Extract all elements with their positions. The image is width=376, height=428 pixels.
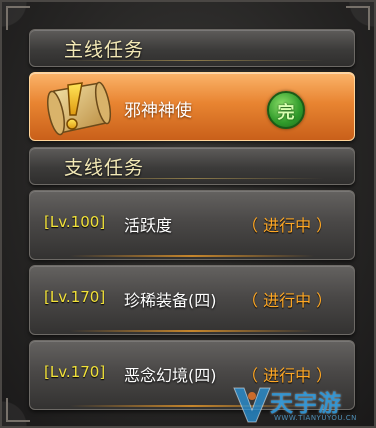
quest-name: 恶念幻境(四) [124,366,217,385]
watermark-logo-icon [233,387,271,423]
quest-level: [Lv.170] [44,288,106,306]
site-watermark: 天宇游 WWW.TIANYUYOU.CN [230,380,376,428]
corner-ornament [6,6,30,30]
corner-ornament [346,6,370,30]
watermark-brand: 天宇游 [270,391,342,417]
header-divider [60,60,324,61]
quest-name: 珍稀装备(四) [124,291,217,310]
header-divider [60,178,324,179]
side-quest-header-label: 支线任务 [64,157,145,179]
side-quest-item[interactable]: [Lv.100] 活跃度 （ 进行中 ） [29,190,355,260]
corner-ornament [6,398,30,422]
scroll-exclamation-icon [47,81,112,136]
side-quest-item[interactable]: [Lv.170] 珍稀装备(四) （ 进行中 ） [29,265,355,335]
completed-badge-glyph: 完 [277,103,295,123]
main-quest-header[interactable]: 主线任务 [29,29,355,67]
main-quest-name: 邪神神使 [124,101,192,121]
quest-status: （ 进行中 ） [242,291,333,310]
watermark-url: WWW.TIANYUYOU.CN [274,414,357,422]
main-quest-item[interactable]: 邪神神使 完 [29,72,355,141]
row-glow [70,330,314,332]
quest-status: （ 进行中 ） [242,216,333,235]
main-quest-header-label: 主线任务 [64,39,145,61]
quest-level: [Lv.170] [44,363,106,381]
side-quest-header[interactable]: 支线任务 [29,147,355,185]
quest-name: 活跃度 [124,216,173,235]
completed-badge-icon: 完 [267,91,305,129]
quest-level: [Lv.100] [44,213,106,231]
row-glow [70,255,314,257]
